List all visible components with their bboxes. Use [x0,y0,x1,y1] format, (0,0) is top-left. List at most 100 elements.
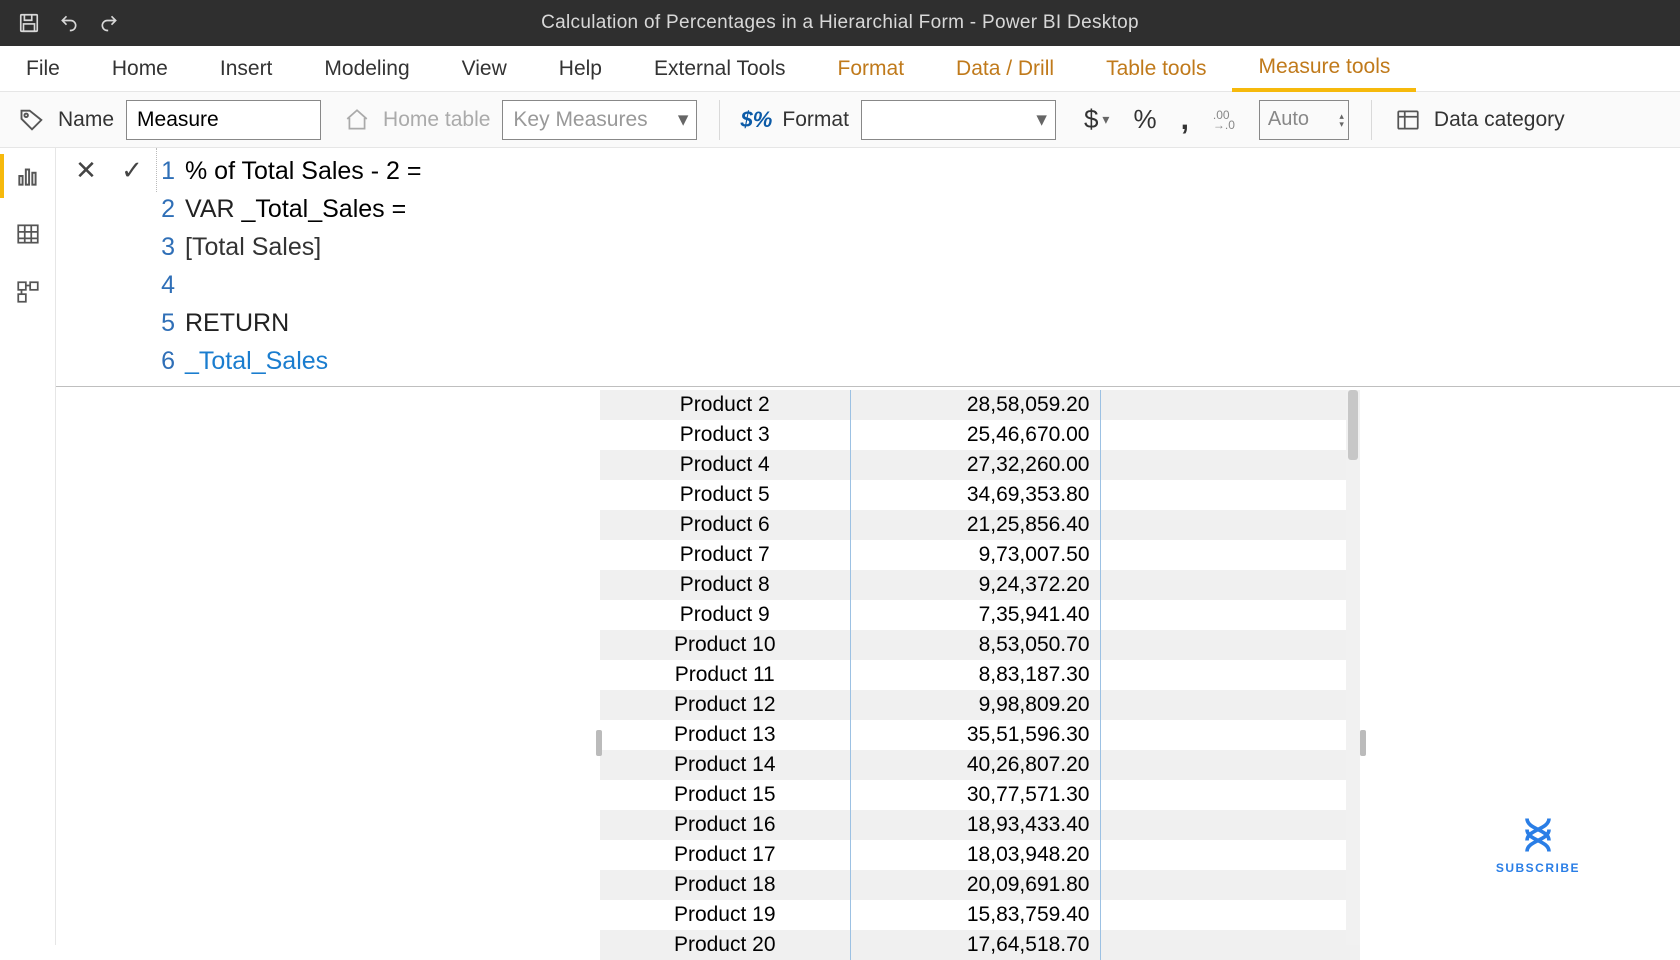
cell-empty [1100,660,1360,690]
cell-product: Product 11 [600,660,850,690]
table-row[interactable]: Product 1718,03,948.20 [600,840,1360,870]
cell-empty [1100,390,1360,420]
cell-product: Product 3 [600,420,850,450]
table-row[interactable]: Product 1530,77,571.30 [600,780,1360,810]
stepper-icon[interactable]: ▴▾ [1339,112,1344,128]
tab-measure-tools[interactable]: Measure tools [1232,46,1416,92]
ribbon-bar: Name Home table Key Measures ▾ $% Format… [0,92,1680,148]
model-view-button[interactable] [12,276,44,308]
tab-insert[interactable]: Insert [194,46,299,91]
cell-product: Product 9 [600,600,850,630]
cell-product: Product 13 [600,720,850,750]
cell-empty [1100,930,1360,960]
table-row[interactable]: Product 129,98,809.20 [600,690,1360,720]
cell-empty [1100,510,1360,540]
formula-bar: ✕ ✓ 1% of Total Sales - 2 = 2VAR _Total_… [56,148,1680,387]
cell-empty [1100,690,1360,720]
tab-table-tools[interactable]: Table tools [1080,46,1232,91]
table-row[interactable]: Product 89,24,372.20 [600,570,1360,600]
table-row[interactable]: Product 228,58,059.20 [600,390,1360,420]
formula-area: ✕ ✓ 1% of Total Sales - 2 = 2VAR _Total_… [56,148,1680,387]
report-view-button[interactable] [12,160,44,192]
tab-file[interactable]: File [0,46,86,91]
tab-help[interactable]: Help [533,46,628,91]
separator [719,100,720,140]
cell-value: 21,25,856.40 [850,510,1100,540]
save-icon[interactable] [18,12,40,34]
data-table: Product 228,58,059.20Product 325,46,670.… [600,390,1360,960]
cell-product: Product 6 [600,510,850,540]
table-row[interactable]: Product 534,69,353.80 [600,480,1360,510]
table-row[interactable]: Product 1820,09,691.80 [600,870,1360,900]
view-rail [0,148,56,945]
dax-editor[interactable]: 1% of Total Sales - 2 = 2VAR _Total_Sale… [157,148,1680,386]
cell-value: 17,64,518.70 [850,930,1100,960]
cell-empty [1100,570,1360,600]
currency-button[interactable]: $ ▾ [1078,100,1116,139]
measure-name-input[interactable] [126,100,321,140]
cell-value: 40,26,807.20 [850,750,1100,780]
resize-handle-right[interactable] [1360,730,1366,756]
percent-button[interactable]: % [1127,100,1162,139]
format-dollar-percent-icon: $% [742,106,770,134]
table-row[interactable]: Product 97,35,941.40 [600,600,1360,630]
tab-view[interactable]: View [436,46,533,91]
table-row[interactable]: Product 1440,26,807.20 [600,750,1360,780]
cell-value: 34,69,353.80 [850,480,1100,510]
decimal-places-value: Auto [1268,108,1309,131]
tab-external-tools[interactable]: External Tools [628,46,812,91]
tab-modeling[interactable]: Modeling [298,46,435,91]
resize-handle-left[interactable] [596,730,602,756]
home-table-label: Home table [383,108,490,132]
subscribe-label: SUBSCRIBE [1496,861,1580,875]
decimal-places-input[interactable]: Auto ▴▾ [1259,100,1349,140]
data-view-button[interactable] [12,218,44,250]
table-row[interactable]: Product 621,25,856.40 [600,510,1360,540]
cancel-formula-button[interactable]: ✕ [72,156,100,184]
table-scrollbar[interactable] [1346,390,1360,945]
keyword-return: RETURN [185,304,289,342]
table-row[interactable]: Product 1618,93,433.40 [600,810,1360,840]
app-title: Calculation of Percentages in a Hierarch… [541,12,1139,34]
comma-button[interactable]: , [1175,99,1195,141]
cell-empty [1100,420,1360,450]
cell-value: 20,09,691.80 [850,870,1100,900]
table-row[interactable]: Product 1335,51,596.30 [600,720,1360,750]
cell-value: 9,98,809.20 [850,690,1100,720]
name-label: Name [58,108,114,132]
data-table-visual[interactable]: Product 228,58,059.20Product 325,46,670.… [600,390,1360,945]
cell-product: Product 19 [600,900,850,930]
cell-value: 27,32,260.00 [850,450,1100,480]
scrollbar-thumb[interactable] [1348,390,1358,460]
cell-value: 8,53,050.70 [850,630,1100,660]
cell-product: Product 2 [600,390,850,420]
table-row[interactable]: Product 1915,83,759.40 [600,900,1360,930]
decimal-decrease-button[interactable]: .00→.0 [1207,102,1247,138]
cell-value: 8,83,187.30 [850,660,1100,690]
format-select[interactable]: ▾ [861,100,1056,140]
tab-format[interactable]: Format [812,46,931,91]
cell-empty [1100,870,1360,900]
cell-product: Product 18 [600,870,850,900]
table-row[interactable]: Product 325,46,670.00 [600,420,1360,450]
home-table-select[interactable]: Key Measures ▾ [502,100,697,140]
identifier: _Total_Sales [185,342,328,380]
ribbon-tabs: File Home Insert Modeling View Help Exte… [0,46,1680,92]
table-row[interactable]: Product 118,83,187.30 [600,660,1360,690]
tag-icon [18,106,46,134]
cell-empty [1100,630,1360,660]
table-row[interactable]: Product 79,73,007.50 [600,540,1360,570]
subscribe-badge[interactable]: SUBSCRIBE [1496,813,1580,875]
table-row[interactable]: Product 2017,64,518.70 [600,930,1360,960]
data-category-icon [1394,106,1422,134]
tab-data-drill[interactable]: Data / Drill [930,46,1080,91]
commit-formula-button[interactable]: ✓ [118,156,146,184]
cell-empty [1100,750,1360,780]
tab-home[interactable]: Home [86,46,194,91]
redo-icon[interactable] [98,13,120,33]
undo-icon[interactable] [58,13,80,33]
table-row[interactable]: Product 108,53,050.70 [600,630,1360,660]
table-row[interactable]: Product 427,32,260.00 [600,450,1360,480]
cell-value: 7,35,941.40 [850,600,1100,630]
cell-product: Product 10 [600,630,850,660]
